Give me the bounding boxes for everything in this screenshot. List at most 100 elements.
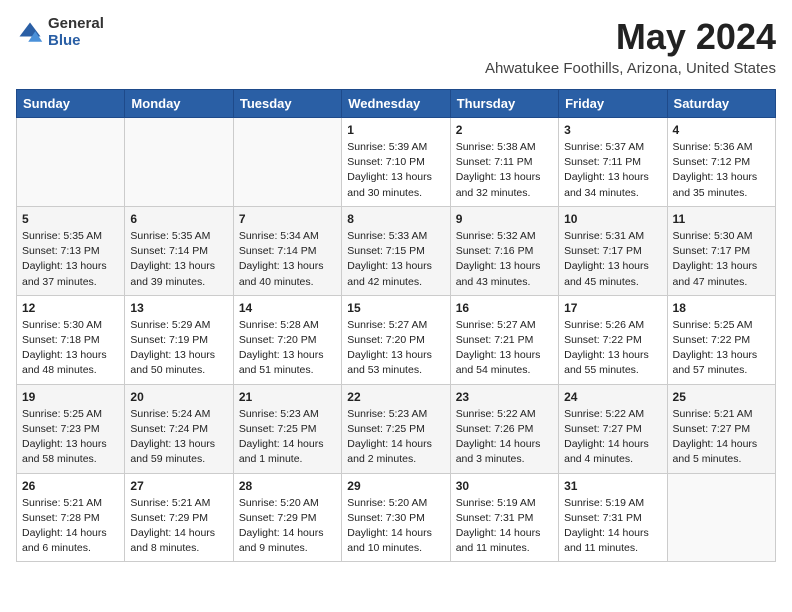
calendar-cell: 12 Sunrise: 5:30 AM Sunset: 7:18 PM Dayli… — [17, 295, 125, 384]
calendar-cell: 1 Sunrise: 5:39 AM Sunset: 7:10 PM Daylig… — [342, 118, 450, 207]
day-info: Sunrise: 5:22 AM Sunset: 7:26 PM Dayligh… — [456, 407, 553, 468]
day-number: 4 — [673, 123, 770, 137]
calendar-cell: 7 Sunrise: 5:34 AM Sunset: 7:14 PM Daylig… — [233, 206, 341, 295]
location: Ahwatukee Foothills, Arizona, United Sta… — [485, 60, 776, 77]
day-info: Sunrise: 5:33 AM Sunset: 7:15 PM Dayligh… — [347, 229, 444, 290]
calendar-cell — [125, 118, 233, 207]
day-info: Sunrise: 5:22 AM Sunset: 7:27 PM Dayligh… — [564, 407, 661, 468]
day-number: 21 — [239, 390, 336, 404]
day-number: 9 — [456, 212, 553, 226]
day-number: 18 — [673, 301, 770, 315]
calendar-cell: 2Sunrise: 5:38 AM Sunset: 7:11 PM Daylig… — [450, 118, 558, 207]
calendar-cell: 11 Sunrise: 5:30 AM Sunset: 7:17 PM Dayli… — [667, 206, 775, 295]
day-info: Sunrise: 5:25 AM Sunset: 7:22 PM Dayligh… — [673, 318, 770, 379]
day-number: 13 — [130, 301, 227, 315]
calendar-cell: 26Sunrise: 5:21 AM Sunset: 7:28 PM Dayli… — [17, 473, 125, 562]
calendar-cell: 29 Sunrise: 5:20 AM Sunset: 7:30 PM Dayli… — [342, 473, 450, 562]
day-info: Sunrise: 5:39 AM Sunset: 7:10 PM Dayligh… — [347, 140, 444, 201]
calendar-cell: 20Sunrise: 5:24 AM Sunset: 7:24 PM Dayli… — [125, 384, 233, 473]
calendar-table: SundayMondayTuesdayWednesdayThursdayFrid… — [16, 89, 776, 562]
calendar-cell: 10 Sunrise: 5:31 AM Sunset: 7:17 PM Dayli… — [559, 206, 667, 295]
week-row-4: 19Sunrise: 5:25 AM Sunset: 7:23 PM Dayli… — [17, 384, 776, 473]
calendar-cell: 30 Sunrise: 5:19 AM Sunset: 7:31 PM Dayli… — [450, 473, 558, 562]
day-info: Sunrise: 5:38 AM Sunset: 7:11 PM Dayligh… — [456, 140, 553, 201]
day-info: Sunrise: 5:28 AM Sunset: 7:20 PM Dayligh… — [239, 318, 336, 379]
calendar-cell: 22 Sunrise: 5:23 AM Sunset: 7:25 PM Dayli… — [342, 384, 450, 473]
day-info: Sunrise: 5:34 AM Sunset: 7:14 PM Dayligh… — [239, 229, 336, 290]
day-number: 10 — [564, 212, 661, 226]
header-row: SundayMondayTuesdayWednesdayThursdayFrid… — [17, 90, 776, 118]
logo: General Blue — [16, 16, 104, 49]
calendar-header: SundayMondayTuesdayWednesdayThursdayFrid… — [17, 90, 776, 118]
day-number: 29 — [347, 479, 444, 493]
logo-blue: Blue — [48, 33, 104, 50]
day-info: Sunrise: 5:35 AM Sunset: 7:14 PM Dayligh… — [130, 229, 227, 290]
calendar-cell: 6 Sunrise: 5:35 AM Sunset: 7:14 PM Daylig… — [125, 206, 233, 295]
day-info: Sunrise: 5:32 AM Sunset: 7:16 PM Dayligh… — [456, 229, 553, 290]
day-number: 23 — [456, 390, 553, 404]
logo-text: General Blue — [48, 16, 104, 49]
week-row-1: 1 Sunrise: 5:39 AM Sunset: 7:10 PM Daylig… — [17, 118, 776, 207]
day-info: Sunrise: 5:30 AM Sunset: 7:17 PM Dayligh… — [673, 229, 770, 290]
header-cell-tuesday: Tuesday — [233, 90, 341, 118]
day-number: 7 — [239, 212, 336, 226]
day-number: 15 — [347, 301, 444, 315]
day-number: 12 — [22, 301, 119, 315]
day-info: Sunrise: 5:23 AM Sunset: 7:25 PM Dayligh… — [239, 407, 336, 468]
header-cell-wednesday: Wednesday — [342, 90, 450, 118]
day-number: 20 — [130, 390, 227, 404]
header-cell-thursday: Thursday — [450, 90, 558, 118]
calendar-cell: 8 Sunrise: 5:33 AM Sunset: 7:15 PM Daylig… — [342, 206, 450, 295]
day-number: 3 — [564, 123, 661, 137]
day-number: 16 — [456, 301, 553, 315]
page-header: General Blue May 2024 Ahwatukee Foothill… — [16, 16, 776, 77]
day-info: Sunrise: 5:35 AM Sunset: 7:13 PM Dayligh… — [22, 229, 119, 290]
calendar-cell — [233, 118, 341, 207]
calendar-cell — [667, 473, 775, 562]
logo-general: General — [48, 16, 104, 33]
calendar-cell: 24 Sunrise: 5:22 AM Sunset: 7:27 PM Dayli… — [559, 384, 667, 473]
day-info: Sunrise: 5:20 AM Sunset: 7:30 PM Dayligh… — [347, 496, 444, 557]
logo-icon — [16, 19, 44, 47]
week-row-2: 5Sunrise: 5:35 AM Sunset: 7:13 PM Daylig… — [17, 206, 776, 295]
day-info: Sunrise: 5:37 AM Sunset: 7:11 PM Dayligh… — [564, 140, 661, 201]
day-number: 17 — [564, 301, 661, 315]
calendar-cell: 31Sunrise: 5:19 AM Sunset: 7:31 PM Dayli… — [559, 473, 667, 562]
day-info: Sunrise: 5:27 AM Sunset: 7:21 PM Dayligh… — [456, 318, 553, 379]
calendar-cell: 9 Sunrise: 5:32 AM Sunset: 7:16 PM Daylig… — [450, 206, 558, 295]
calendar-cell: 4 Sunrise: 5:36 AM Sunset: 7:12 PM Daylig… — [667, 118, 775, 207]
month-year: May 2024 — [485, 16, 776, 58]
day-info: Sunrise: 5:30 AM Sunset: 7:18 PM Dayligh… — [22, 318, 119, 379]
calendar-cell: 28Sunrise: 5:20 AM Sunset: 7:29 PM Dayli… — [233, 473, 341, 562]
day-number: 14 — [239, 301, 336, 315]
day-number: 27 — [130, 479, 227, 493]
day-info: Sunrise: 5:29 AM Sunset: 7:19 PM Dayligh… — [130, 318, 227, 379]
day-number: 24 — [564, 390, 661, 404]
day-info: Sunrise: 5:19 AM Sunset: 7:31 PM Dayligh… — [456, 496, 553, 557]
calendar-cell: 13 Sunrise: 5:29 AM Sunset: 7:19 PM Dayli… — [125, 295, 233, 384]
day-info: Sunrise: 5:36 AM Sunset: 7:12 PM Dayligh… — [673, 140, 770, 201]
calendar-cell: 17Sunrise: 5:26 AM Sunset: 7:22 PM Dayli… — [559, 295, 667, 384]
day-number: 8 — [347, 212, 444, 226]
header-cell-friday: Friday — [559, 90, 667, 118]
day-info: Sunrise: 5:25 AM Sunset: 7:23 PM Dayligh… — [22, 407, 119, 468]
day-number: 11 — [673, 212, 770, 226]
header-cell-saturday: Saturday — [667, 90, 775, 118]
day-number: 30 — [456, 479, 553, 493]
calendar-cell: 18 Sunrise: 5:25 AM Sunset: 7:22 PM Dayli… — [667, 295, 775, 384]
day-number: 26 — [22, 479, 119, 493]
day-info: Sunrise: 5:27 AM Sunset: 7:20 PM Dayligh… — [347, 318, 444, 379]
header-cell-sunday: Sunday — [17, 90, 125, 118]
calendar-cell: 3 Sunrise: 5:37 AM Sunset: 7:11 PM Daylig… — [559, 118, 667, 207]
day-info: Sunrise: 5:31 AM Sunset: 7:17 PM Dayligh… — [564, 229, 661, 290]
header-cell-monday: Monday — [125, 90, 233, 118]
day-info: Sunrise: 5:23 AM Sunset: 7:25 PM Dayligh… — [347, 407, 444, 468]
day-info: Sunrise: 5:19 AM Sunset: 7:31 PM Dayligh… — [564, 496, 661, 557]
week-row-3: 12 Sunrise: 5:30 AM Sunset: 7:18 PM Dayli… — [17, 295, 776, 384]
calendar-cell: 14 Sunrise: 5:28 AM Sunset: 7:20 PM Dayli… — [233, 295, 341, 384]
day-number: 22 — [347, 390, 444, 404]
calendar-body: 1 Sunrise: 5:39 AM Sunset: 7:10 PM Daylig… — [17, 118, 776, 562]
week-row-5: 26Sunrise: 5:21 AM Sunset: 7:28 PM Dayli… — [17, 473, 776, 562]
day-number: 1 — [347, 123, 444, 137]
day-number: 6 — [130, 212, 227, 226]
